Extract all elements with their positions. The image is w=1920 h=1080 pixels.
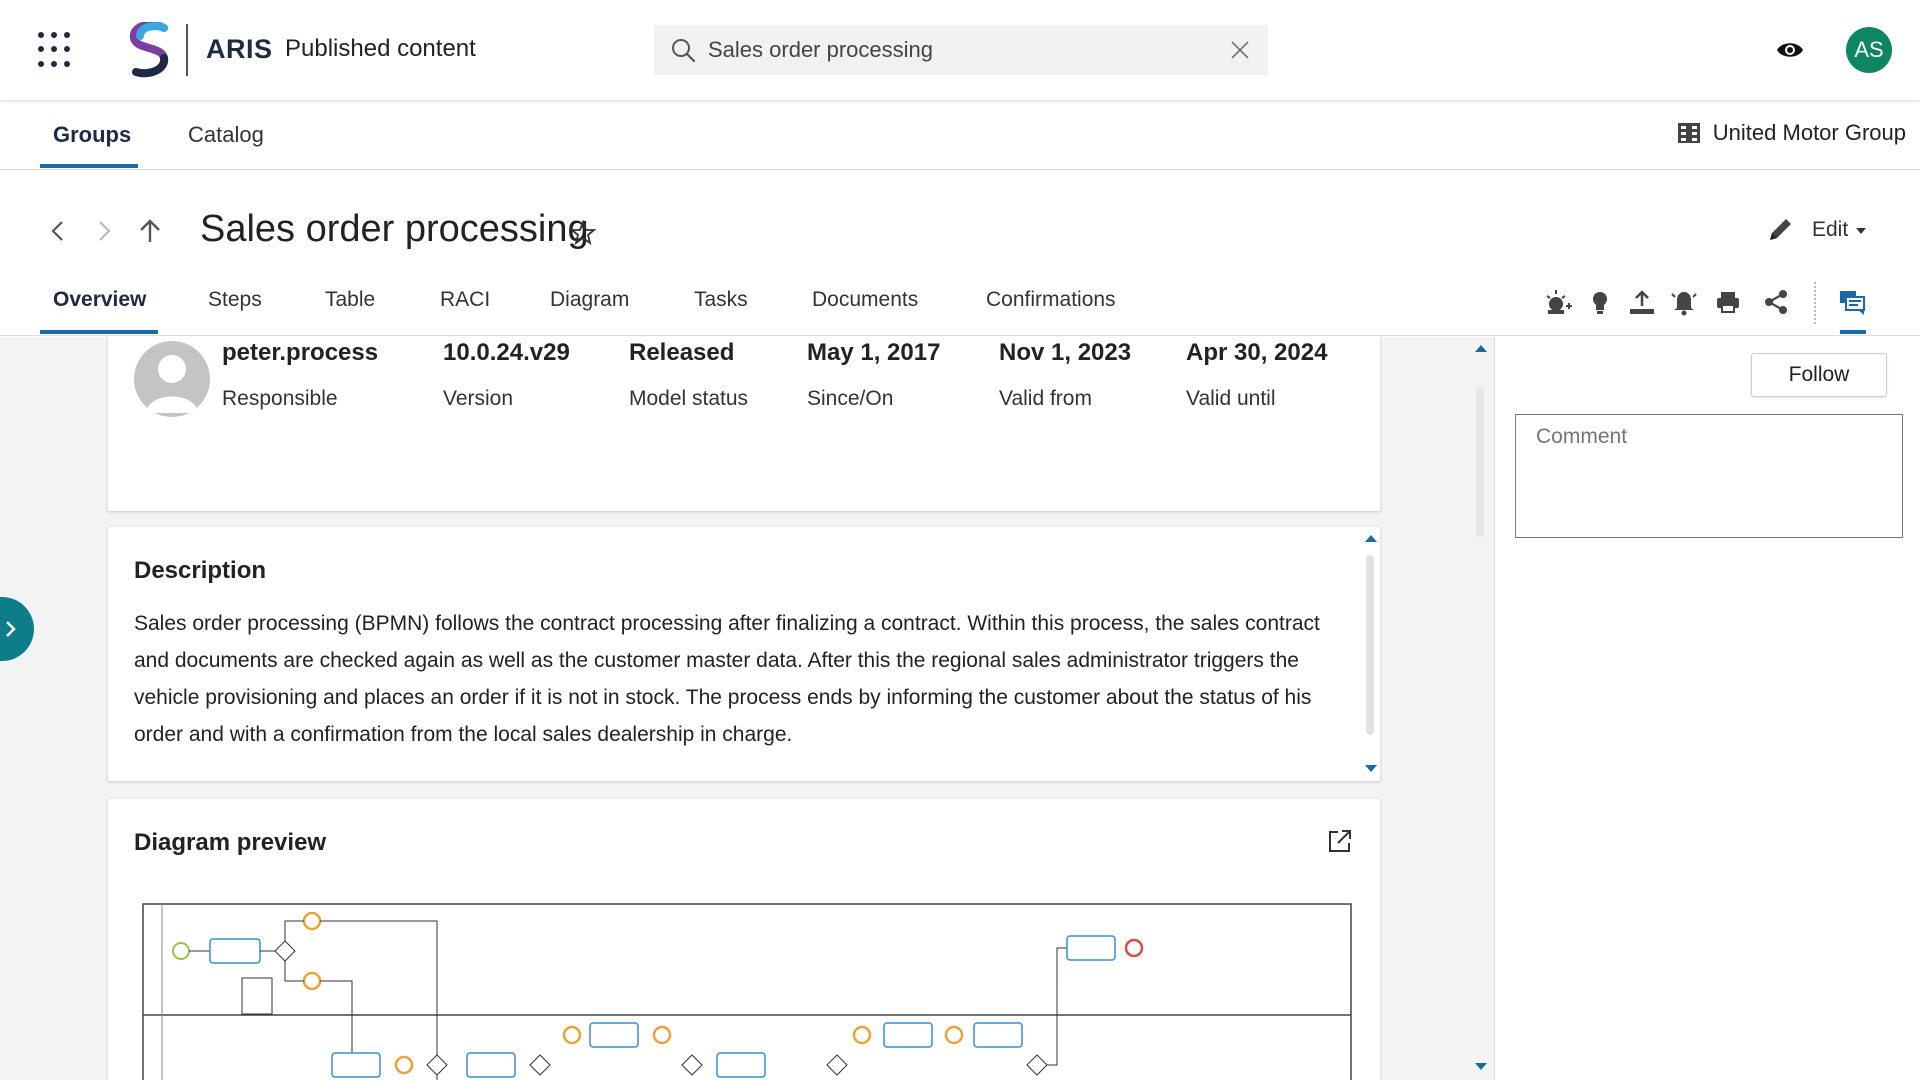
- notification-icon[interactable]: [1670, 288, 1698, 316]
- pencil-icon[interactable]: [1766, 216, 1794, 244]
- meta-responsible: peter.process Responsible: [222, 339, 378, 411]
- meta-model-status: Released Model status: [629, 339, 748, 411]
- meta-valid-from: Nov 1, 2023 Valid from: [999, 339, 1131, 411]
- comment-input[interactable]: [1515, 414, 1903, 538]
- meta-value: Apr 30, 2024: [1186, 339, 1328, 366]
- scroll-down-icon[interactable]: [1365, 765, 1377, 772]
- chevron-right-icon: [6, 621, 16, 637]
- description-card: Description Sales order processing (BPMN…: [108, 527, 1380, 781]
- active-panel-indicator: [1840, 330, 1866, 334]
- meta-label: Valid until: [1186, 387, 1276, 410]
- upload-icon[interactable]: [1628, 288, 1656, 316]
- subnav-item-catalog[interactable]: Catalog: [188, 122, 264, 148]
- page-title: Sales order processing: [200, 208, 589, 250]
- open-external-icon[interactable]: [1326, 827, 1354, 855]
- tab-steps[interactable]: Steps: [208, 288, 262, 312]
- meta-label: Model status: [629, 387, 749, 410]
- product-name: Published content: [285, 35, 476, 62]
- organization-selector[interactable]: United Motor Group: [1677, 120, 1906, 146]
- main-content: peter.process Responsible 10.0.24.v29 Ve…: [0, 337, 1494, 1080]
- tab-raci[interactable]: RACI: [440, 288, 490, 312]
- tab-table[interactable]: Table: [325, 288, 375, 312]
- active-subnav-indicator: [40, 164, 138, 168]
- brand-name: ARIS: [206, 34, 273, 64]
- scroll-thumb[interactable]: [1366, 555, 1374, 735]
- scroll-up-icon[interactable]: [1475, 345, 1487, 352]
- toolbar-separator: [1814, 282, 1816, 324]
- diagram-thumbnail[interactable]: [142, 903, 1352, 1080]
- meta-value: 10.0.24.v29: [443, 339, 570, 366]
- tab-confirmations[interactable]: Confirmations: [986, 288, 1116, 312]
- meta-label: Valid from: [999, 387, 1092, 410]
- follow-button[interactable]: Follow: [1751, 353, 1887, 397]
- comments-panel: Follow: [1494, 337, 1920, 1080]
- clear-search-icon[interactable]: [1228, 38, 1252, 62]
- tab-diagram[interactable]: Diagram: [550, 288, 629, 312]
- share-icon[interactable]: [1762, 288, 1790, 316]
- chevron-down-icon[interactable]: [1856, 228, 1866, 234]
- meta-version: 10.0.24.v29 Version: [443, 339, 570, 411]
- meta-value[interactable]: peter.process: [222, 339, 378, 367]
- scroll-thumb[interactable]: [1476, 387, 1484, 537]
- subnav-item-groups[interactable]: Groups: [53, 122, 131, 148]
- meta-value: Nov 1, 2023: [999, 339, 1132, 366]
- navigation-arrows: [46, 218, 162, 244]
- edit-menu-button[interactable]: Edit: [1812, 218, 1848, 242]
- organization-icon: [1677, 123, 1700, 143]
- forward-icon[interactable]: [92, 218, 116, 244]
- description-scrollbar[interactable]: [1360, 527, 1380, 781]
- app-launcher-icon[interactable]: [38, 32, 74, 68]
- up-icon[interactable]: [138, 218, 162, 244]
- search-bar: [654, 25, 1268, 75]
- scroll-down-icon[interactable]: [1475, 1063, 1487, 1070]
- scroll-up-icon[interactable]: [1365, 535, 1377, 542]
- search-icon[interactable]: [670, 37, 696, 63]
- search-input[interactable]: [708, 25, 1188, 75]
- eye-icon[interactable]: [1776, 38, 1804, 62]
- tab-tasks[interactable]: Tasks: [694, 288, 748, 312]
- user-avatar[interactable]: AS: [1846, 27, 1892, 73]
- diagram-preview-title: Diagram preview: [134, 829, 327, 856]
- person-avatar-icon: [134, 341, 210, 417]
- description-title: Description: [134, 557, 267, 584]
- aris-logo: [130, 22, 169, 78]
- favorite-star-icon[interactable]: [570, 220, 596, 246]
- comments-icon[interactable]: [1838, 288, 1866, 316]
- meta-label: Version: [443, 387, 514, 410]
- meta-value: May 1, 2017: [807, 339, 941, 366]
- meta-valid-until: Apr 30, 2024 Valid until: [1186, 339, 1327, 411]
- sub-navigation: Groups Catalog United Motor Group: [0, 100, 1920, 170]
- improvement-icon[interactable]: [1544, 288, 1572, 316]
- tab-overview[interactable]: Overview: [53, 288, 146, 312]
- meta-value: Released: [629, 339, 735, 366]
- organization-name: United Motor Group: [1712, 120, 1906, 145]
- back-icon[interactable]: [46, 218, 70, 244]
- content-tabs: Overview Steps Table RACI Diagram Tasks …: [0, 270, 1920, 336]
- print-icon[interactable]: [1714, 288, 1742, 316]
- model-info-card: peter.process Responsible 10.0.24.v29 Ve…: [108, 337, 1380, 511]
- top-bar: ARIS Published content AS: [0, 0, 1920, 100]
- logo-divider: [186, 24, 188, 76]
- tab-documents[interactable]: Documents: [812, 288, 918, 312]
- main-scrollbar[interactable]: [1470, 337, 1490, 1080]
- meta-label: Since/On: [807, 387, 894, 410]
- active-tab-indicator: [40, 330, 158, 334]
- diagram-preview-card: Diagram preview: [108, 799, 1380, 1080]
- meta-label: Responsible: [222, 387, 338, 410]
- idea-icon[interactable]: [1586, 288, 1614, 316]
- meta-since: May 1, 2017 Since/On: [807, 339, 940, 411]
- description-text: Sales order processing (BPMN) follows th…: [134, 612, 1320, 746]
